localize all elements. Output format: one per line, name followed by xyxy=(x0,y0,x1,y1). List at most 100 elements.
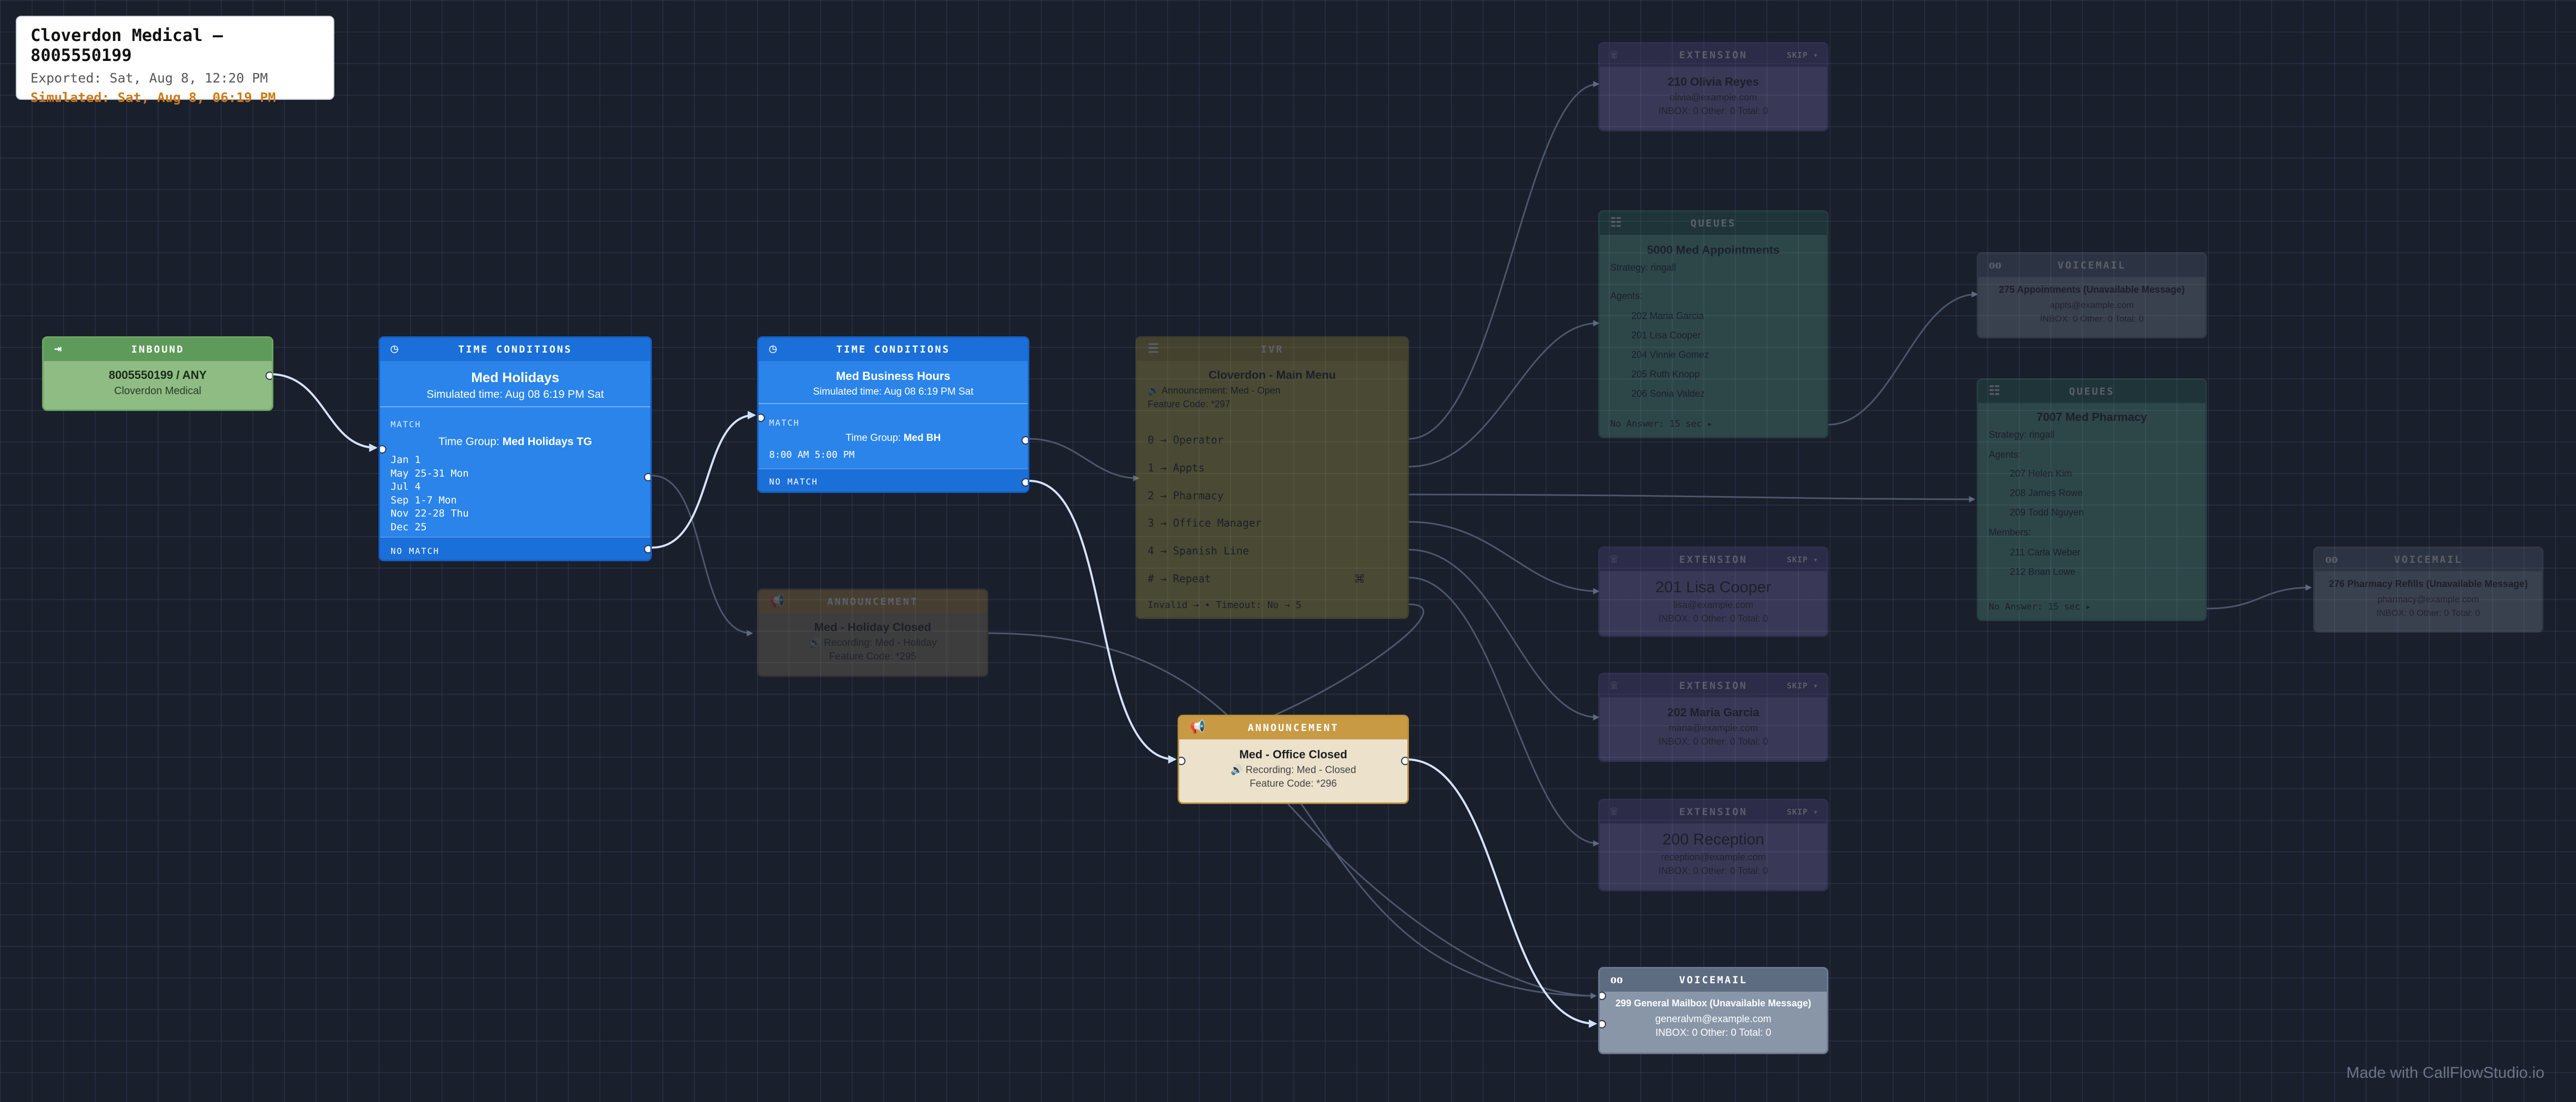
inbound-number: 8005550199 / ANY xyxy=(108,368,207,382)
time-condition-holidays-node[interactable]: ◷ TIME CONDITIONS Med Holidays Simulated… xyxy=(379,336,652,561)
vm276-title: 276 Pharmacy Refills (Unavailable Messag… xyxy=(2328,579,2528,589)
holidays-dates: Jan 1 May 25-31 Mon Jul 4 Sep 1-7 Mon No… xyxy=(391,454,469,534)
holiday-closed-title: Med - Holiday Closed xyxy=(814,621,932,634)
business-hours: 8:00 AM 5:00 PM xyxy=(769,449,855,460)
queue5000-header: ☷ QUEUES xyxy=(1600,212,1827,235)
menu-icon: ☰ xyxy=(1148,341,1159,356)
queue-7007-node[interactable]: ☷ QUEUES 7007 Med Pharmacy Strategy: rin… xyxy=(1977,378,2207,621)
holiday-date: Jul 4 xyxy=(391,481,421,492)
ext202-header: ☏ EXTENSION SKIP ▾ xyxy=(1600,674,1827,697)
voicemail-299-node[interactable]: ᴏᴏ VOICEMAIL 299 General Mailbox (Unavai… xyxy=(1598,967,1828,1054)
ivr-option[interactable]: # → Repeat xyxy=(1148,572,1211,585)
ext200-title: 200 Reception xyxy=(1662,831,1764,848)
announcement-holiday-closed-node[interactable]: 📢 ANNOUNCEMENT Med - Holiday Closed 🔊 Re… xyxy=(757,589,988,677)
edge-ivr-opt0 xyxy=(1408,81,1600,440)
edge-business-match xyxy=(1029,438,1140,481)
holiday-closed-header-label: ANNOUNCEMENT xyxy=(827,596,918,607)
queue5000-noanswer: No Answer: 15 sec ▸ xyxy=(1610,419,1713,429)
extension-210-node[interactable]: ☏ EXTENSION SKIP ▾ 210 Olivia Reyes oliv… xyxy=(1598,42,1828,131)
edge-holidayclosed-vm xyxy=(988,632,1597,999)
ivr-option[interactable]: 1 → Appts xyxy=(1148,461,1204,474)
tg-label: Time Group: xyxy=(845,432,901,444)
member: 212 Brian Lowe xyxy=(2010,567,2076,577)
skip-dropdown[interactable]: SKIP ▾ xyxy=(1787,555,1818,564)
agent: 204 Vinnie Gomez xyxy=(1631,349,1709,360)
ivr-main-menu-node[interactable]: ☰ IVR Cloverdon - Main Menu 🔊 Announceme… xyxy=(1136,336,1409,619)
holidays-match-port[interactable] xyxy=(644,473,650,481)
voicemail-275-node[interactable]: ᴏᴏ VOICEMAIL 275 Appointments (Unavailab… xyxy=(1977,252,2207,338)
skip-dropdown[interactable]: SKIP ▾ xyxy=(1787,807,1818,817)
holidays-nomatch-label: NO MATCH xyxy=(391,546,440,556)
extension-201-node[interactable]: ☏ EXTENSION SKIP ▾ 201 Lisa Cooper lisa@… xyxy=(1598,547,1828,637)
ext200-header: ☏ EXTENSION SKIP ▾ xyxy=(1600,800,1827,823)
inbound-out-port[interactable] xyxy=(265,372,272,380)
time-condition-business-node[interactable]: ◷ TIME CONDITIONS Med Business Hours Sim… xyxy=(757,336,1029,493)
inbound-node[interactable]: ⇥ INBOUND 8005550199 / ANY Cloverdon Med… xyxy=(42,336,273,411)
office-closed-title: Med - Office Closed xyxy=(1239,748,1347,761)
queue7007-agents: 207 Helen Kim 208 James Rowe 209 Todd Ng… xyxy=(2010,464,2084,522)
ivr-option[interactable]: 4 → Spanish Line xyxy=(1148,544,1249,557)
edge-holidays-business xyxy=(651,411,757,549)
ext200-email: reception@example.com xyxy=(1661,852,1766,862)
extension-202-node[interactable]: ☏ EXTENSION SKIP ▾ 202 Maria Garcia mari… xyxy=(1598,673,1828,762)
ivr-header-label: IVR xyxy=(1261,344,1284,355)
ext201-inbox: INBOX: 0 Other: 0 Total: 0 xyxy=(1658,613,1769,624)
voicemail-icon: ᴏᴏ xyxy=(1610,972,1623,986)
vm275-email: appts@example.com xyxy=(2050,300,2134,310)
made-with-footer[interactable]: Made with CallFlowStudio.io xyxy=(2346,1064,2544,1082)
ivr-title: Cloverdon - Main Menu xyxy=(1209,368,1336,382)
voicemail-276-node[interactable]: ᴏᴏ VOICEMAIL 276 Pharmacy Refills (Unava… xyxy=(2313,547,2543,633)
ext202-title: 202 Maria Garcia xyxy=(1667,706,1760,719)
ivr-option[interactable]: 0 → Operator xyxy=(1148,434,1224,446)
office-closed-feature: Feature Code: *296 xyxy=(1250,778,1337,789)
business-match-port[interactable] xyxy=(1021,436,1028,445)
business-sim: Simulated time: Aug 08 6:19 PM Sat xyxy=(813,386,974,397)
business-header: ◷ TIME CONDITIONS xyxy=(759,338,1028,361)
office-closed-out-port[interactable] xyxy=(1401,757,1407,765)
queue7007-members-label: Members: xyxy=(1989,527,2031,538)
queue-icon: ☷ xyxy=(1989,383,2000,398)
ext210-inbox: INBOX: 0 Other: 0 Total: 0 xyxy=(1658,106,1769,116)
holidays-nomatch-port[interactable] xyxy=(644,545,650,553)
business-nomatch-port[interactable] xyxy=(1021,478,1028,487)
ext202-header-label: EXTENSION xyxy=(1679,680,1747,692)
extension-200-node[interactable]: ☏ EXTENSION SKIP ▾ 200 Reception recepti… xyxy=(1598,799,1828,891)
edge-ivr-repeat xyxy=(1408,576,1600,847)
queue7007-title: 7007 Med Pharmacy xyxy=(2036,410,2148,424)
vm276-header-label: VOICEMAIL xyxy=(2394,554,2462,565)
queue-5000-node[interactable]: ☷ QUEUES 5000 Med Appointments Strategy:… xyxy=(1598,210,1828,438)
holiday-date: May 25-31 Mon xyxy=(391,467,469,479)
member: 211 Carla Weber xyxy=(2010,547,2081,558)
skip-dropdown[interactable]: SKIP ▾ xyxy=(1787,50,1818,60)
edge-inbound-holidays xyxy=(270,373,378,452)
megaphone-icon: 📢 xyxy=(1190,719,1205,734)
ivr-option[interactable]: 3 → Office Manager xyxy=(1148,517,1262,529)
skip-dropdown[interactable]: SKIP ▾ xyxy=(1787,681,1818,691)
business-timegroup: Time Group: Med BH xyxy=(759,432,1028,444)
announcement-office-closed-node[interactable]: 📢 ANNOUNCEMENT Med - Office Closed 🔊 Rec… xyxy=(1178,715,1409,804)
vm299-header: ᴏᴏ VOICEMAIL xyxy=(1600,969,1827,992)
ext201-title: 201 Lisa Cooper xyxy=(1655,579,1772,596)
enter-icon: ⇥ xyxy=(54,341,62,356)
clock-icon: ◷ xyxy=(769,341,777,356)
vm299-inbox: INBOX: 0 Other: 0 Total: 0 xyxy=(1655,1027,1772,1038)
edge-holidays-match xyxy=(651,475,753,636)
tg-value: Med BH xyxy=(903,432,941,444)
holiday-closed-header: 📢 ANNOUNCEMENT xyxy=(759,590,987,613)
vm299-title: 299 General Mailbox (Unavailable Message… xyxy=(1615,998,1812,1008)
holidays-in-port[interactable] xyxy=(380,445,386,454)
export-info-card: Cloverdon Medical — 8005550199 Exported:… xyxy=(16,16,334,105)
ext210-title: 210 Olivia Reyes xyxy=(1668,75,1759,88)
holidays-sim: Simulated time: Aug 08 6:19 PM Sat xyxy=(426,388,604,400)
ivr-invalid: Invalid → ∙ Timeout: No → 5 xyxy=(1148,600,1302,611)
holiday-date: Sep 1-7 Mon xyxy=(391,494,457,506)
business-in-port[interactable] xyxy=(759,414,765,422)
ivr-option[interactable]: 2 → Pharmacy xyxy=(1148,489,1224,502)
edge-officeclosed-vm xyxy=(1287,803,1597,999)
queue-icon: ☷ xyxy=(1610,215,1622,230)
queue5000-agents-label: Agents: xyxy=(1610,291,1643,301)
queue5000-title: 5000 Med Appointments xyxy=(1647,243,1780,256)
ext210-email: olivia@example.com xyxy=(1669,92,1757,102)
holidays-title: Med Holidays xyxy=(471,369,559,385)
queue7007-agents-label: Agents: xyxy=(1989,449,2021,460)
